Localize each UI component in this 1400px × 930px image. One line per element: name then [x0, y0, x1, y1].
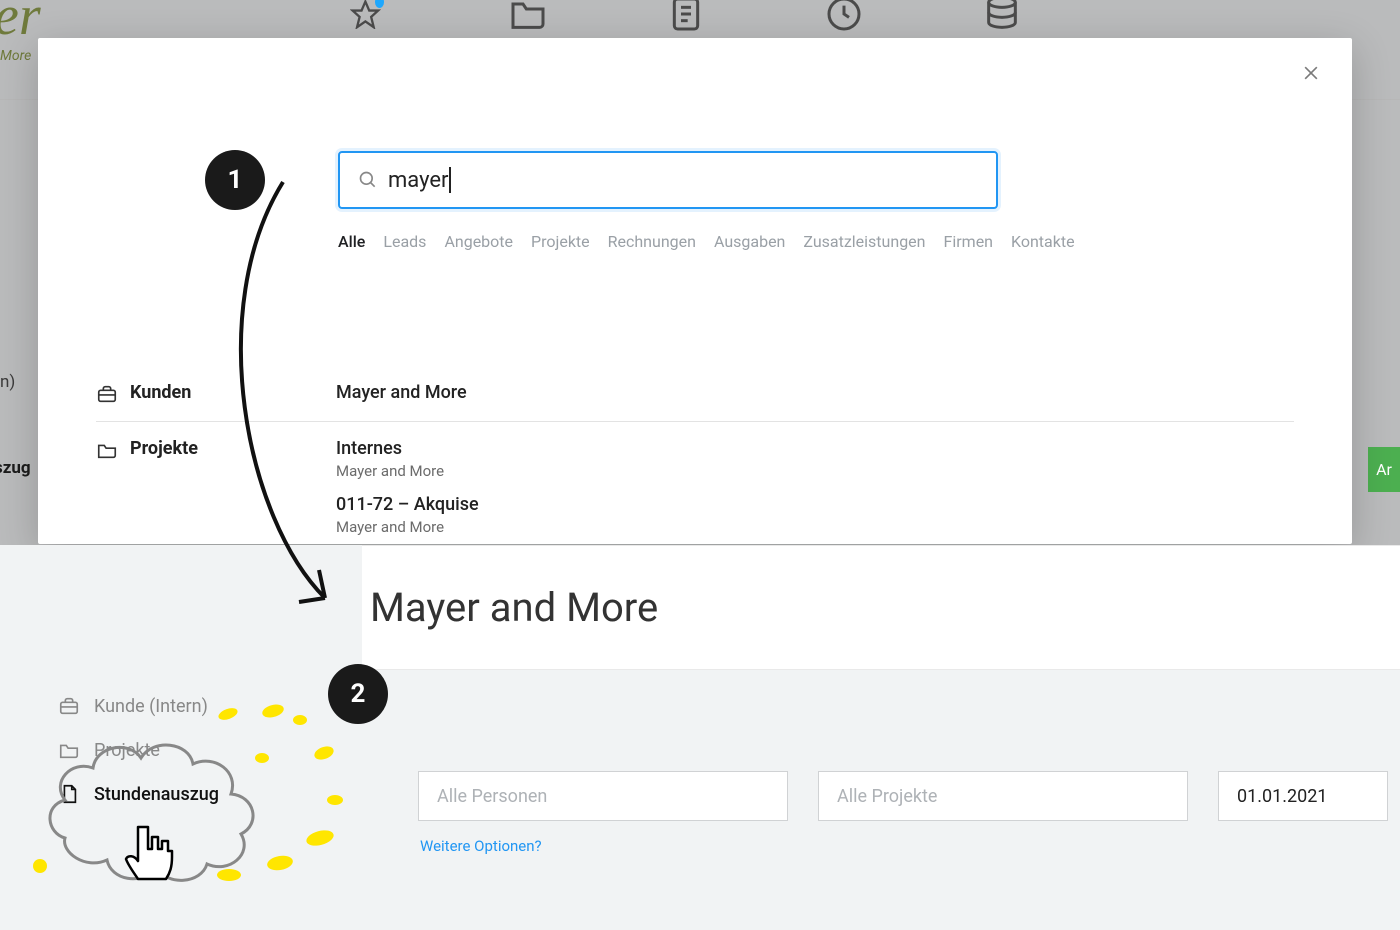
clock-icon: [824, 0, 864, 34]
filter-row: Alle Personen Alle Projekte 01.01.2021: [418, 771, 1400, 821]
page-title: Mayer and More: [370, 584, 658, 631]
result-item-projekt[interactable]: Internes Mayer and More: [336, 438, 1294, 480]
star-icon: [350, 0, 390, 34]
folder-icon: [508, 0, 548, 34]
database-icon: [982, 0, 1022, 34]
logo-text-fragment: er: [0, 0, 41, 48]
result-item-kunde[interactable]: Mayer and More: [336, 382, 1294, 403]
filter-persons[interactable]: Alle Personen: [418, 771, 788, 821]
folder-icon: [96, 439, 118, 461]
result-item-projekt[interactable]: 011-72 – Akquise Mayer and More: [336, 494, 1294, 536]
page-background: er More n) szug Ar mayer Alle Leads A: [0, 0, 1400, 930]
filter-placeholder: Alle Projekte: [837, 786, 937, 807]
result-group-kunden-title: Kunden: [130, 382, 191, 403]
result-item-title: Mayer and More: [336, 382, 1294, 403]
bg-sidebar-text-fragment: n): [0, 372, 15, 392]
result-item-subtitle: Mayer and More: [336, 518, 1294, 536]
side-nav: Kunde (Intern) Projekte Stundenauszug: [58, 695, 219, 805]
tab-ausgaben[interactable]: Ausgaben: [714, 232, 785, 251]
tab-zusatz[interactable]: Zusatzleistungen: [803, 232, 925, 251]
search-icon: [358, 170, 378, 190]
step-callout-1: 1: [205, 150, 265, 210]
result-group-kunden: Kunden Mayer and More: [96, 366, 1294, 422]
search-filter-tabs: Alle Leads Angebote Projekte Rechnungen …: [338, 232, 1075, 251]
search-results: Kunden Mayer and More Projekte Internes …: [96, 366, 1294, 552]
tab-leads[interactable]: Leads: [383, 232, 426, 251]
filter-projects[interactable]: Alle Projekte: [818, 771, 1188, 821]
sidenav-item-projekte[interactable]: Projekte: [58, 739, 219, 761]
cursor-hand-icon: [124, 823, 180, 889]
more-options-link[interactable]: Weitere Optionen?: [420, 837, 542, 855]
briefcase-icon: [96, 383, 118, 405]
filter-placeholder: Alle Personen: [437, 786, 547, 807]
briefcase-icon: [58, 695, 80, 717]
tab-rechnungen[interactable]: Rechnungen: [608, 232, 696, 251]
search-input[interactable]: mayer: [338, 151, 998, 209]
page-title-left-blank: [0, 545, 362, 670]
result-group-projekte-label: Projekte: [96, 438, 306, 536]
search-modal: mayer Alle Leads Angebote Projekte Rechn…: [38, 38, 1352, 544]
result-group-projekte-title: Projekte: [130, 438, 198, 459]
sidenav-item-stundenauszug[interactable]: Stundenauszug: [58, 783, 219, 805]
result-group-projekte: Projekte Internes Mayer and More 011-72 …: [96, 422, 1294, 552]
sidenav-label: Kunde (Intern): [94, 696, 208, 717]
close-icon[interactable]: [1298, 60, 1324, 86]
top-nav-icons: [350, 0, 1022, 34]
bg-sidebar-text-fragment-2: szug: [0, 458, 31, 478]
filter-date[interactable]: 01.01.2021: [1218, 771, 1388, 821]
search-input-value: mayer: [388, 168, 449, 193]
tab-kontakte[interactable]: Kontakte: [1011, 232, 1075, 251]
step-callout-2: 2: [328, 664, 388, 724]
filter-value: 01.01.2021: [1237, 786, 1327, 807]
result-item-title: Internes: [336, 438, 1294, 459]
tab-alle[interactable]: Alle: [338, 232, 365, 251]
document-icon: [58, 783, 80, 805]
tab-projekte[interactable]: Projekte: [531, 232, 590, 251]
folder-icon: [58, 739, 80, 761]
sidenav-label: Projekte: [94, 740, 160, 761]
bg-green-button-fragment: Ar: [1368, 447, 1400, 492]
page-title-bar: Mayer and More: [362, 545, 1400, 670]
document-icon: [666, 0, 706, 34]
sidenav-item-kunde[interactable]: Kunde (Intern): [58, 695, 219, 717]
logo-sub-fragment: More: [0, 48, 31, 64]
text-cursor: [449, 167, 451, 193]
result-group-kunden-label: Kunden: [96, 382, 306, 405]
tab-angebote[interactable]: Angebote: [444, 232, 513, 251]
result-item-subtitle: Mayer and More: [336, 462, 1294, 480]
tab-firmen[interactable]: Firmen: [944, 232, 994, 251]
page-lower: Mayer and More Kunde (Intern) Projekte S…: [0, 545, 1400, 930]
result-item-title: 011-72 – Akquise: [336, 494, 1294, 515]
sidenav-label: Stundenauszug: [94, 784, 219, 805]
